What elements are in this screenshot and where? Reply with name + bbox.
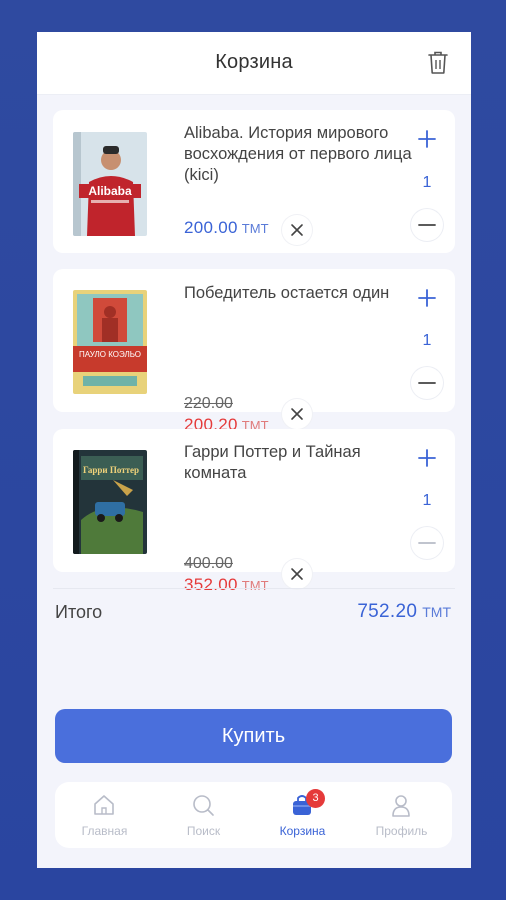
total-label: Итого	[55, 602, 103, 622]
price-value: 352.00	[184, 575, 238, 594]
increase-qty-button[interactable]	[411, 442, 443, 474]
remove-item-button[interactable]	[282, 559, 312, 589]
header: Корзина	[37, 32, 471, 95]
total-value: 752.20 ТМТ	[357, 601, 451, 623]
nav-label: Главная	[81, 824, 128, 838]
item-quantity: 1	[422, 174, 432, 191]
nav-item-home[interactable]: Главная	[55, 782, 154, 848]
bottom-nav: Главная Поиск 3 Корзина Профиль	[55, 782, 452, 848]
book-cover-image: ПАУЛО КОЭЛЬО	[73, 290, 147, 394]
price-value: 200.00	[184, 218, 238, 237]
nav-item-cart[interactable]: 3 Корзина	[253, 782, 352, 848]
page-title: Корзина	[215, 51, 293, 73]
cover-title: Alibaba	[88, 184, 132, 198]
increase-qty-button[interactable]	[411, 282, 443, 314]
total-currency: ТМТ	[422, 604, 451, 620]
item-title: Alibaba. История мирового восхождения от…	[184, 124, 412, 184]
currency: ТМТ	[241, 221, 269, 236]
close-icon	[291, 224, 303, 236]
cart-badge: 3	[306, 789, 325, 808]
nav-label: Корзина	[279, 824, 326, 838]
book-cover-image: Alibaba	[73, 132, 147, 236]
plus-icon	[418, 449, 436, 467]
remove-item-button[interactable]	[282, 215, 312, 245]
home-icon	[94, 795, 114, 815]
item-price: 352.00 ТМТ	[184, 575, 269, 595]
cart-item: Гарри Поттер Гарри Поттер и Тайная комна…	[53, 429, 455, 594]
decrease-qty-button[interactable]	[411, 209, 443, 241]
book-cover[interactable]: ПАУЛО КОЭЛЬО	[73, 290, 147, 394]
nav-item-profile[interactable]: Профиль	[352, 782, 451, 848]
minus-icon	[418, 382, 436, 384]
decrease-qty-button[interactable]	[411, 527, 443, 559]
divider	[53, 588, 455, 589]
item-quantity: 1	[422, 492, 432, 509]
book-cover[interactable]: Гарри Поттер	[73, 450, 147, 554]
item-price: 200.00 ТМТ	[184, 218, 269, 238]
buy-button[interactable]: Купить	[55, 709, 452, 763]
cover-author: ПАУЛО КОЭЛЬО	[79, 350, 141, 359]
nav-label: Поиск	[186, 824, 221, 838]
profile-icon	[392, 795, 410, 817]
minus-icon	[418, 224, 436, 226]
item-title: Победитель остается один	[184, 284, 390, 302]
book-cover[interactable]: Alibaba	[73, 132, 147, 236]
total-amount: 752.20	[357, 601, 418, 622]
plus-icon	[418, 289, 436, 307]
app-screen: Корзина Alibaba Alibaba. История мировог…	[37, 32, 471, 868]
nav-item-search[interactable]: Поиск	[154, 782, 253, 848]
item-old-price: 220.00	[184, 395, 233, 412]
close-icon	[291, 568, 303, 580]
currency: ТМТ	[241, 578, 269, 593]
plus-icon	[418, 130, 436, 148]
clear-cart-button[interactable]	[427, 50, 449, 76]
item-title: Гарри Поттер и Тайная комната	[184, 443, 361, 482]
cart-item: Alibaba Alibaba. История мирового восхож…	[53, 110, 455, 253]
minus-icon	[418, 542, 436, 544]
item-quantity: 1	[422, 332, 432, 349]
nav-label: Профиль	[375, 824, 428, 838]
cart-item: ПАУЛО КОЭЛЬО Победитель остается один 22…	[53, 269, 455, 434]
remove-item-button[interactable]	[282, 399, 312, 429]
increase-qty-button[interactable]	[411, 123, 443, 155]
close-icon	[291, 408, 303, 420]
decrease-qty-button[interactable]	[411, 367, 443, 399]
book-cover-image: Гарри Поттер	[73, 450, 147, 554]
search-icon	[193, 795, 214, 816]
trash-icon	[428, 51, 448, 74]
cover-title: Гарри Поттер	[83, 465, 139, 475]
item-old-price: 400.00	[184, 555, 233, 572]
